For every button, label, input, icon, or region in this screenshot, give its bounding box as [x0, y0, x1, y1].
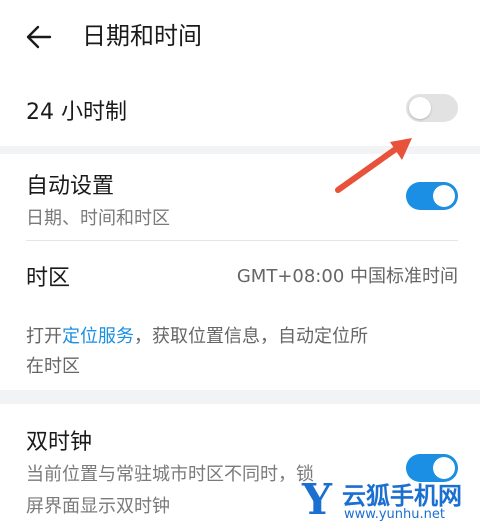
watermark-brand: 云狐手机网	[342, 482, 462, 510]
location-info-text: 打开定位服务，获取位置信息，自动定位所 在时区	[26, 322, 458, 382]
page-title: 日期和时间	[82, 22, 202, 50]
info-line2: 在时区	[26, 356, 80, 377]
back-arrow-icon[interactable]	[24, 22, 54, 52]
app-bar: 日期和时间	[0, 0, 480, 78]
info-suffix: ，获取位置信息，自动定位所	[134, 326, 368, 347]
watermark-logo: Y 云狐手机网 www.yunhu.net	[302, 474, 478, 530]
watermark-letter: Y	[302, 475, 332, 524]
dual-clock-title: 双时钟	[26, 430, 93, 455]
annotation-arrow-icon	[335, 138, 412, 193]
info-prefix: 打开	[26, 326, 62, 347]
timezone-label: 时区	[26, 266, 71, 291]
timezone-value: GMT+08:00 中国标准时间	[236, 266, 458, 287]
watermark-url: www.yunhu.net	[344, 507, 445, 522]
location-service-link[interactable]: 定位服务	[62, 326, 134, 347]
toggle-knob	[433, 185, 455, 207]
dual-clock-subtitle-line1: 当前位置与常驻城市时区不同时，锁	[26, 464, 314, 485]
auto-set-title: 自动设置	[26, 174, 115, 199]
divider	[26, 240, 458, 241]
toggle-knob	[409, 97, 431, 119]
dual-clock-subtitle-line2: 屏界面显示双时钟	[26, 496, 170, 517]
hour24-toggle[interactable]	[406, 94, 458, 122]
auto-set-subtitle: 日期、时间和时区	[26, 208, 170, 229]
hour24-label: 24 小时制	[26, 100, 127, 125]
